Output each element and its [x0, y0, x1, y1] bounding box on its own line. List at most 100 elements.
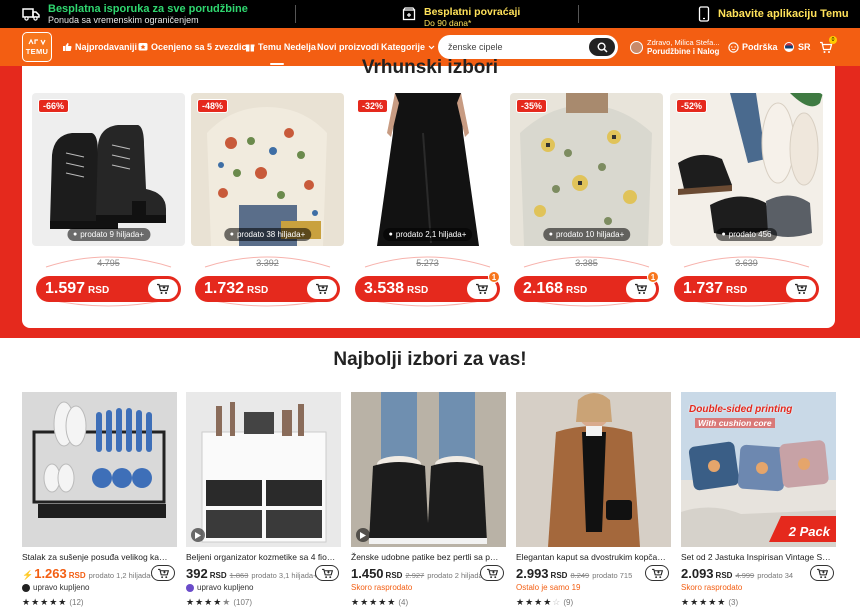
search-icon — [596, 41, 608, 53]
product-image[interactable] — [351, 392, 506, 547]
product-image — [32, 93, 185, 246]
price-value: 392 — [186, 566, 208, 581]
free-returns-banner[interactable]: Besplatni povraćaji Do 90 dana* — [402, 0, 520, 28]
stars-icon: ★★★★★ — [22, 597, 68, 607]
product-price-row: 1.450 RSD 2.927 prodato 2 hiljada+ — [351, 566, 487, 582]
support-label: Podrška — [742, 42, 778, 52]
free-shipping-banner[interactable]: Besplatna isporuka za sve porudžbine Pon… — [22, 0, 248, 28]
logo-text: TEMU — [25, 47, 49, 56]
sold-count: ● prodato 9 hiljada+ — [66, 228, 151, 241]
purchase-status: upravo kupljeno — [22, 583, 89, 592]
product-name[interactable]: Beljeni organizator kozmetike sa 4 fioke… — [186, 552, 336, 562]
price-currency: RSD — [407, 285, 429, 296]
add-to-cart-button[interactable] — [786, 279, 816, 299]
star-rating[interactable]: ★★★★★ (3) — [681, 597, 738, 608]
sold-count: ● prodato 2,1 hiljada+ — [382, 228, 473, 241]
product-image[interactable] — [186, 392, 341, 547]
promo-divider — [295, 5, 296, 23]
add-to-cart-button[interactable] — [645, 565, 669, 581]
price-pill[interactable]: 2.168 RSD — [514, 276, 659, 302]
stars-icon: ★★★★★ — [681, 597, 727, 607]
add-to-cart-button[interactable] — [315, 565, 339, 581]
returns-box-icon — [402, 7, 416, 21]
stock-status: Skoro rasprodato — [351, 583, 413, 592]
price-pill[interactable]: 1.732 RSD — [195, 276, 340, 302]
status-label: upravo kupljeno — [33, 583, 90, 592]
search-button[interactable] — [589, 38, 615, 56]
product-name[interactable]: Elegantan kaput sa dvostrukim kopčanj... — [516, 552, 666, 562]
status-label: upravo kupljeno — [197, 583, 254, 592]
product-image — [670, 93, 823, 246]
product-price-row: ⚡ 1.263 RSD prodato 1,2 hiljada+ — [22, 566, 155, 582]
star-rating[interactable]: ★★★★★ (4) — [351, 597, 408, 608]
avatar — [630, 40, 643, 54]
product-image[interactable] — [516, 392, 671, 547]
add-to-cart-icon — [816, 568, 829, 579]
flame-icon: ● — [72, 231, 78, 238]
product-name[interactable]: Set od 2 Jastuka Inspirisan Vintage Stil… — [681, 552, 831, 562]
flame-icon: ● — [721, 231, 726, 238]
star-badge-icon — [138, 42, 148, 52]
get-app-banner[interactable]: Nabavite aplikaciju Temu — [698, 0, 849, 28]
price-pill[interactable]: 1.737 RSD — [674, 276, 819, 302]
flame-icon: ● — [388, 231, 393, 238]
product-price-row: 2.093 RSD 4.999 prodato 34 — [681, 566, 793, 582]
video-play-icon[interactable] — [191, 528, 205, 542]
old-price: 4.795 — [97, 258, 120, 268]
search-bar — [438, 35, 618, 59]
product-price-row: 392 RSD 1.863 prodato 3,1 hiljada+ — [186, 566, 317, 582]
video-play-icon[interactable] — [356, 528, 370, 542]
price-value: 1.450 — [351, 566, 384, 581]
price-value: 1.263 — [34, 566, 67, 581]
language-label: SR — [798, 42, 811, 52]
promo-bar: Besplatna isporuka za sve porudžbine Pon… — [0, 0, 860, 28]
buyer-avatar-icon — [186, 583, 194, 592]
nav-label: Najprodavaniji — [75, 42, 138, 52]
add-to-cart-button[interactable] — [810, 565, 834, 581]
add-to-cart-icon — [315, 283, 329, 295]
add-to-cart-button[interactable] — [480, 565, 504, 581]
cart-count-badge: 0 — [829, 36, 837, 44]
price-value: 1.732 — [204, 280, 245, 297]
sold-count: prodato 3,1 hiljada+ — [251, 571, 318, 580]
price-pill[interactable]: 1.597 RSD — [36, 276, 181, 302]
add-to-cart-icon — [794, 283, 808, 295]
flag-icon — [784, 42, 794, 52]
product-card[interactable]: -35% ● prodato 10 hiljada+ — [510, 93, 663, 246]
price-value: 1.737 — [683, 280, 724, 297]
add-to-cart-icon — [651, 568, 664, 579]
product-name[interactable]: Ženske udobne patike bez pertli sa pos..… — [351, 552, 501, 562]
product-image[interactable] — [22, 392, 177, 547]
banner-headline: Double-sided printing — [689, 404, 793, 415]
price-currency: RSD — [550, 571, 568, 580]
best-picks-title: Najbolji izbori za vas! — [333, 349, 527, 370]
add-to-cart-icon — [321, 568, 334, 579]
product-image — [510, 93, 663, 246]
nav-label: Ocenjeno sa 5 zvezdica — [151, 42, 252, 52]
product-name[interactable]: Stalak za sušenje posuđa velikog kapaci.… — [22, 552, 172, 562]
add-to-cart-button[interactable] — [148, 279, 178, 299]
add-to-cart-button[interactable] — [307, 279, 337, 299]
price-value: 2.168 — [523, 280, 564, 297]
price-pill[interactable]: 3.538 RSD — [355, 276, 500, 302]
product-image[interactable]: Double-sided printing With cushion core … — [681, 392, 836, 547]
buyer-avatar-icon — [22, 583, 30, 592]
old-price: 3.639 — [735, 258, 758, 268]
discount-badge: -32% — [357, 99, 389, 113]
add-to-cart-button[interactable] — [151, 565, 175, 581]
product-card[interactable]: -32% ● prodato 2,1 hiljada+ — [351, 93, 504, 246]
product-card[interactable]: -48% ● prodato 38 hiljada+ — [191, 93, 344, 246]
star-rating[interactable]: ★★★★★ (107) — [186, 597, 252, 608]
product-card[interactable]: -66% ● prodato 9 hiljada+ — [32, 93, 185, 246]
account-orders-label: Porudžbine i Nalog — [647, 46, 720, 56]
product-card[interactable]: -52% ● prodato 456 — [670, 93, 823, 246]
sold-count: ● prodato 10 hiljada+ — [542, 228, 631, 241]
star-rating[interactable]: ★★★★★ (12) — [22, 597, 84, 608]
star-rating[interactable]: ★★★★☆ (9) — [516, 597, 573, 608]
sold-count: prodato 2 hiljada+ — [427, 571, 488, 580]
price-currency: RSD — [88, 285, 110, 296]
gift-icon — [245, 42, 255, 52]
search-input[interactable] — [448, 40, 583, 54]
truck-icon — [22, 7, 40, 21]
price-currency: RSD — [566, 285, 588, 296]
